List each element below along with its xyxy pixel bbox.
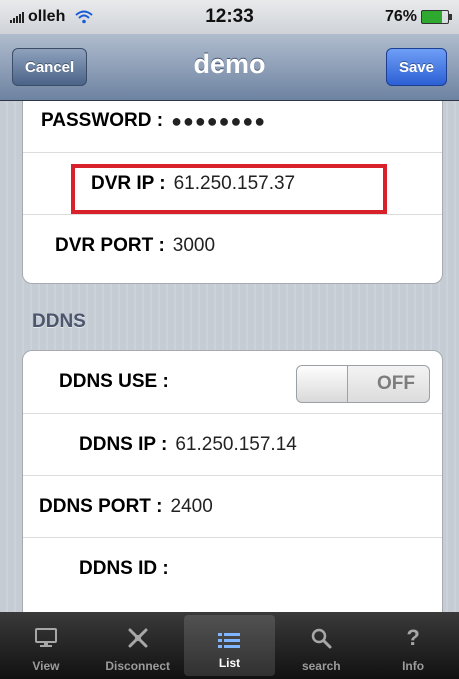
dvr-port-row[interactable]: DVR PORT : 3000 bbox=[23, 214, 442, 277]
tab-view[interactable]: View bbox=[0, 612, 92, 679]
ddns-ip-label: DDNS IP : bbox=[79, 434, 168, 455]
status-bar: olleh 12:33 76% bbox=[0, 0, 459, 34]
ddns-settings-group: DDNS USE : OFF DDNS IP : 61.250.157.14 D… bbox=[22, 350, 443, 612]
tab-disconnect[interactable]: Disconnect bbox=[92, 612, 184, 679]
tab-search-label: search bbox=[301, 659, 341, 673]
tab-info[interactable]: ? Info bbox=[367, 612, 459, 679]
tab-list-label: List bbox=[218, 656, 241, 670]
question-icon: ? bbox=[406, 625, 420, 650]
settings-content[interactable]: PASSWORD : ●●●●●●●● DVR IP : 61.250.157.… bbox=[0, 101, 459, 612]
tab-search[interactable]: search bbox=[275, 612, 367, 679]
toggle-knob[interactable] bbox=[297, 366, 348, 402]
navigation-bar: Cancel demo Save bbox=[0, 34, 459, 101]
password-row[interactable]: PASSWORD : ●●●●●●●● bbox=[23, 101, 442, 152]
ddns-port-label: DDNS PORT : bbox=[39, 496, 163, 517]
dvr-port-label: DVR PORT : bbox=[55, 235, 165, 256]
toggle-state-text: OFF bbox=[377, 373, 415, 394]
dvr-ip-highlight-box bbox=[71, 164, 387, 214]
tab-bar: View Disconnect List search ? Info bbox=[0, 612, 459, 679]
search-icon bbox=[307, 624, 335, 652]
ddns-id-label: DDNS ID : bbox=[79, 558, 169, 579]
battery-area: 76% bbox=[384, 8, 452, 26]
password-value[interactable]: ●●●●●●●● bbox=[171, 111, 266, 132]
tab-disconnect-label: Disconnect bbox=[105, 659, 171, 673]
ddns-use-row: DDNS USE : OFF bbox=[23, 351, 442, 413]
ddns-ip-value[interactable]: 61.250.157.14 bbox=[175, 434, 297, 456]
ddns-use-label: DDNS USE : bbox=[59, 371, 169, 392]
dvr-port-value[interactable]: 3000 bbox=[173, 235, 215, 257]
ddns-section-header: DDNS bbox=[32, 311, 86, 332]
tab-view-label: View bbox=[32, 659, 60, 673]
monitor-icon bbox=[32, 624, 60, 652]
battery-icon bbox=[421, 10, 452, 24]
ddns-port-value[interactable]: 2400 bbox=[171, 496, 213, 518]
ddns-use-toggle[interactable]: OFF bbox=[296, 365, 430, 403]
disconnect-icon bbox=[124, 624, 152, 652]
password-label: PASSWORD : bbox=[41, 110, 164, 131]
tab-list[interactable]: List bbox=[183, 615, 276, 676]
ddns-port-row[interactable]: DDNS PORT : 2400 bbox=[23, 475, 442, 538]
list-icon bbox=[215, 627, 243, 655]
ddns-ip-row[interactable]: DDNS IP : 61.250.157.14 bbox=[23, 413, 442, 476]
tab-info-label: Info bbox=[402, 659, 425, 673]
save-button[interactable]: Save bbox=[385, 48, 447, 86]
battery-percent: 76% bbox=[384, 8, 417, 25]
ddns-id-row[interactable]: DDNS ID : bbox=[23, 537, 442, 600]
